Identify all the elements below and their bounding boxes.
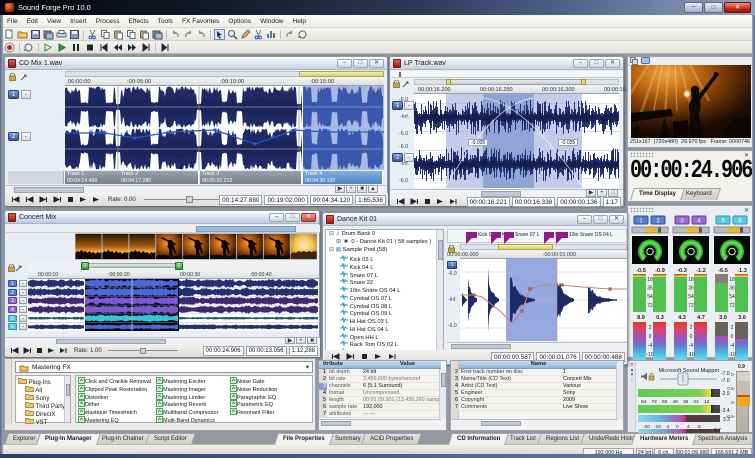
svg-text:-4: -4 xyxy=(689,343,694,349)
svg-text:36: 36 xyxy=(647,286,653,292)
svg-text:4.3: 4.3 xyxy=(678,315,686,321)
svg-text:54: 54 xyxy=(729,294,735,300)
svg-text:0: 0 xyxy=(731,334,734,340)
svg-text:54: 54 xyxy=(688,294,694,300)
svg-text:0: 0 xyxy=(649,334,652,340)
svg-text:18: 18 xyxy=(688,277,694,283)
svg-text:-2.9: -2.9 xyxy=(721,391,730,397)
svg-text:3.0: 3.0 xyxy=(738,315,746,321)
svg-text:-0.5: -0.5 xyxy=(636,268,646,274)
svg-text:-4: -4 xyxy=(648,343,653,349)
svg-text:36: 36 xyxy=(729,286,735,292)
svg-text:2: 2 xyxy=(649,325,652,331)
svg-text:-10: -10 xyxy=(687,352,694,358)
svg-text:48: 48 xyxy=(673,399,679,405)
svg-text:0: 0 xyxy=(690,334,693,340)
svg-text:3.0: 3.0 xyxy=(719,315,727,321)
svg-text:-1.2: -1.2 xyxy=(696,268,706,274)
svg-text:-1.3: -1.3 xyxy=(737,268,747,274)
svg-text:2: 2 xyxy=(731,325,734,331)
svg-text:-10: -10 xyxy=(646,352,653,358)
svg-text:18: 18 xyxy=(647,277,653,283)
svg-text:-4: -4 xyxy=(730,343,735,349)
svg-text:36: 36 xyxy=(683,399,689,405)
svg-text:-0.3: -0.3 xyxy=(677,268,687,274)
svg-text:4.7: 4.7 xyxy=(697,315,705,321)
svg-text:-6.5: -6.5 xyxy=(718,268,728,274)
svg-text:72: 72 xyxy=(688,303,694,309)
svg-text:84: 84 xyxy=(641,399,647,405)
svg-text:72: 72 xyxy=(652,399,658,405)
svg-text:8.9: 8.9 xyxy=(637,315,645,321)
svg-text:72: 72 xyxy=(729,303,735,309)
svg-text:18: 18 xyxy=(729,277,735,283)
svg-text:2: 2 xyxy=(690,325,693,331)
svg-text:72: 72 xyxy=(647,303,653,309)
svg-text:24: 24 xyxy=(694,399,700,405)
svg-text:Microsoft Sound Mapper: Microsoft Sound Mapper xyxy=(659,368,720,374)
svg-text:-10: -10 xyxy=(728,352,735,358)
svg-text:-0.9: -0.9 xyxy=(655,268,665,274)
svg-text:-7.0: -7.0 xyxy=(721,378,730,384)
svg-text:54: 54 xyxy=(647,294,653,300)
svg-text:60: 60 xyxy=(662,399,668,405)
svg-text:36: 36 xyxy=(688,286,694,292)
svg-text:12: 12 xyxy=(704,399,710,405)
svg-text:0.3: 0.3 xyxy=(656,315,664,321)
